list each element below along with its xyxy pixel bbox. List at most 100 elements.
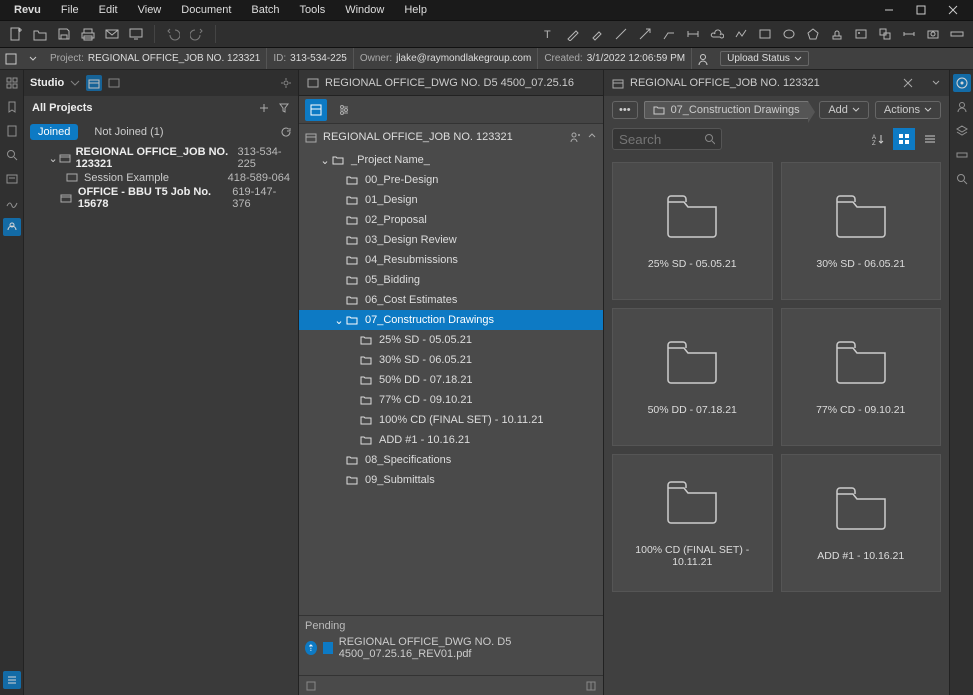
rail-file-icon[interactable] <box>3 122 21 140</box>
rail-search-right-icon[interactable] <box>953 170 971 188</box>
rail-thumbnails-icon[interactable] <box>3 74 21 92</box>
folder-row[interactable]: 25% SD - 05.05.21 <box>299 330 603 350</box>
doc-tree-view-icon[interactable] <box>305 99 327 121</box>
folder-row[interactable]: 30% SD - 06.05.21 <box>299 350 603 370</box>
refresh-icon[interactable] <box>280 126 292 138</box>
expand-icon[interactable]: ⌄ <box>48 152 58 165</box>
sort-icon[interactable]: AZ <box>867 128 889 150</box>
pending-file-row[interactable]: ⇡ REGIONAL OFFICE_DWG NO. D5 4500_07.25.… <box>305 636 597 660</box>
ruler-tool-icon[interactable] <box>947 24 967 44</box>
studio-dropdown-icon[interactable] <box>70 78 80 88</box>
invite-icon[interactable] <box>569 131 581 143</box>
new-file-icon[interactable] <box>6 24 26 44</box>
rail-forms-icon[interactable] <box>3 170 21 188</box>
rectangle-tool-icon[interactable] <box>755 24 775 44</box>
rail-signatures-icon[interactable] <box>3 194 21 212</box>
polyline-tool-icon[interactable] <box>731 24 751 44</box>
folder-row[interactable]: 77% CD - 09.10.21 <box>299 390 603 410</box>
folder-card[interactable]: 25% SD - 05.05.21 <box>612 162 773 300</box>
folder-row[interactable]: 00_Pre-Design <box>299 170 603 190</box>
project-menu-icon[interactable] <box>0 52 22 66</box>
folder-row[interactable]: 01_Design <box>299 190 603 210</box>
folder-card[interactable]: 30% SD - 06.05.21 <box>781 162 942 300</box>
studio-projects-icon[interactable] <box>86 75 102 91</box>
folder-row[interactable]: 100% CD (FINAL SET) - 10.11.21 <box>299 410 603 430</box>
browser-tab-close-icon[interactable] <box>895 78 921 88</box>
chevron-down-icon[interactable]: ⌄ <box>319 154 331 167</box>
cloud-tool-icon[interactable] <box>707 24 727 44</box>
close-button[interactable] <box>937 0 969 20</box>
folder-row[interactable]: ⌄_Project Name_ <box>299 150 603 170</box>
maximize-button[interactable] <box>905 0 937 20</box>
project-row[interactable]: Session Example418-589-064 <box>24 168 298 188</box>
undo-icon[interactable] <box>163 24 183 44</box>
menu-revu[interactable]: Revu <box>4 2 51 18</box>
document-tab[interactable]: REGIONAL OFFICE_DWG NO. D5 4500_07.25.16 <box>299 70 603 96</box>
highlight-tool-icon[interactable] <box>587 24 607 44</box>
folder-card[interactable]: 77% CD - 09.10.21 <box>781 308 942 446</box>
menu-tools[interactable]: Tools <box>290 2 336 18</box>
menu-view[interactable]: View <box>128 2 172 18</box>
polygon-tool-icon[interactable] <box>803 24 823 44</box>
search-input-wrap[interactable] <box>612 128 722 150</box>
menu-batch[interactable]: Batch <box>241 2 289 18</box>
search-input[interactable] <box>619 132 704 147</box>
actions-button[interactable]: Actions <box>875 101 941 119</box>
folder-row[interactable]: 06_Cost Estimates <box>299 290 603 310</box>
open-icon[interactable] <box>30 24 50 44</box>
line-tool-icon[interactable] <box>611 24 631 44</box>
folder-card[interactable]: 50% DD - 07.18.21 <box>612 308 773 446</box>
callout-tool-icon[interactable] <box>659 24 679 44</box>
save-icon[interactable] <box>54 24 74 44</box>
project-dropdown-icon[interactable] <box>22 55 44 63</box>
joined-filter[interactable]: Joined <box>30 124 78 140</box>
stamp-tool-icon[interactable] <box>827 24 847 44</box>
folder-row[interactable]: 03_Design Review <box>299 230 603 250</box>
menu-edit[interactable]: Edit <box>89 2 128 18</box>
monitor-icon[interactable] <box>126 24 146 44</box>
text-tool-icon[interactable]: T <box>539 24 559 44</box>
ellipse-tool-icon[interactable] <box>779 24 799 44</box>
snapshot-tool-icon[interactable] <box>923 24 943 44</box>
print-icon[interactable] <box>78 24 98 44</box>
measure-tool-icon[interactable] <box>899 24 919 44</box>
folder-row[interactable]: 05_Bidding <box>299 270 603 290</box>
add-button[interactable]: Add <box>819 101 869 119</box>
rail-markups-icon[interactable] <box>953 98 971 116</box>
folder-card[interactable]: ADD #1 - 10.16.21 <box>781 454 942 592</box>
user-icon[interactable] <box>692 52 714 66</box>
project-row[interactable]: OFFICE - BBU T5 Job No. 15678619-147-376 <box>24 188 298 208</box>
arrow-tool-icon[interactable] <box>635 24 655 44</box>
rail-search-icon[interactable] <box>3 146 21 164</box>
expand-icon[interactable] <box>587 131 597 143</box>
upload-status-button[interactable]: Upload Status <box>720 51 809 66</box>
dimension-tool-icon[interactable] <box>683 24 703 44</box>
rail-tool-chest-icon[interactable] <box>3 671 21 689</box>
project-row[interactable]: ⌄REGIONAL OFFICE_JOB NO. 123321313-534-2… <box>24 148 298 168</box>
menu-file[interactable]: File <box>51 2 89 18</box>
folder-row[interactable]: 08_Specifications <box>299 450 603 470</box>
rail-properties-icon[interactable] <box>953 74 971 92</box>
image-tool-icon[interactable] <box>851 24 871 44</box>
folder-card[interactable]: 100% CD (FINAL SET) - 10.11.21 <box>612 454 773 592</box>
doc-footer-right-icon[interactable] <box>585 680 597 692</box>
add-project-icon[interactable] <box>258 102 270 114</box>
browser-tab-chevron-icon[interactable] <box>931 78 941 88</box>
studio-sessions-icon[interactable] <box>108 77 120 89</box>
pen-tool-icon[interactable] <box>563 24 583 44</box>
folder-row[interactable]: 09_Submittals <box>299 470 603 490</box>
folder-row[interactable]: 50% DD - 07.18.21 <box>299 370 603 390</box>
list-view-icon[interactable] <box>919 128 941 150</box>
rail-bookmarks-icon[interactable] <box>3 98 21 116</box>
doc-settings-icon[interactable] <box>333 99 355 121</box>
menu-help[interactable]: Help <box>394 2 437 18</box>
folder-row[interactable]: 02_Proposal <box>299 210 603 230</box>
breadcrumb-current[interactable]: 07_Construction Drawings <box>644 101 809 119</box>
studio-settings-icon[interactable] <box>280 77 292 89</box>
rail-studio-icon[interactable] <box>3 218 21 236</box>
breadcrumb-menu-button[interactable]: ••• <box>612 101 638 119</box>
folder-row[interactable]: ⌄07_Construction Drawings <box>299 310 603 330</box>
minimize-button[interactable] <box>873 0 905 20</box>
group-tool-icon[interactable] <box>875 24 895 44</box>
chevron-down-icon[interactable]: ⌄ <box>333 314 345 327</box>
